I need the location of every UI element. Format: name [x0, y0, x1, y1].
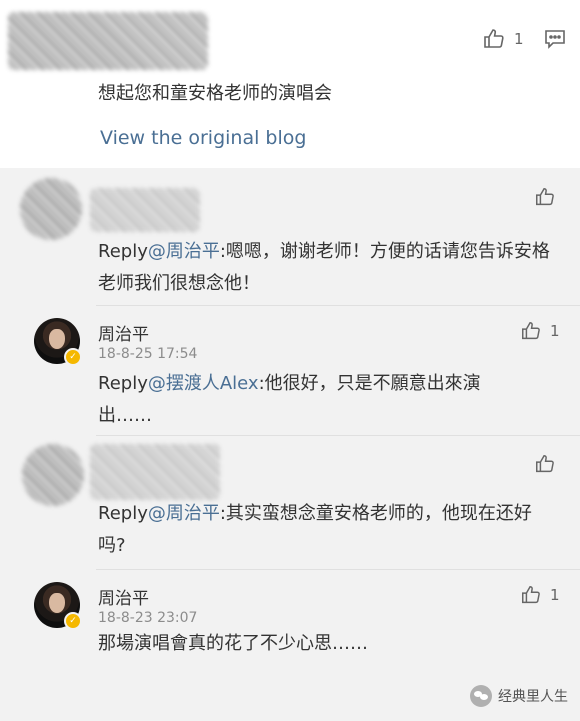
reply-item: Reply@周治平:其实蛮想念童安格老师的，他现在还好吗?	[0, 436, 580, 570]
reply-item: ✓ 周治平 18-8-25 17:54 1 Reply@摆渡人Alex:他很好，…	[0, 306, 580, 436]
reply-item: Reply@周治平:嗯嗯，谢谢老师！方便的话请您告诉安格老师我们很想念他！	[0, 168, 580, 306]
original-comment-text: 想起您和童安格老师的演唱会	[98, 83, 332, 104]
commenter-name[interactable]: 周治平	[98, 320, 149, 345]
blurred-avatar	[20, 178, 82, 240]
like-button[interactable]: 1	[520, 584, 560, 606]
thumbs-up-icon	[522, 322, 540, 340]
blurred-username	[90, 444, 220, 500]
reply-text: Reply@摆渡人Alex:他很好，只是不願意出來演出……	[98, 368, 518, 432]
reply-prefix: Reply	[98, 503, 148, 524]
verified-badge-icon: ✓	[64, 348, 82, 366]
view-original-blog-link[interactable]: View the original blog	[100, 122, 306, 154]
comment-icon[interactable]	[544, 29, 566, 49]
thumbs-up-icon	[522, 586, 540, 604]
mention-link[interactable]: @周治平	[148, 503, 220, 524]
comment-time: 18-8-25 17:54	[98, 346, 198, 362]
original-comment-card: 想起您和童安格老师的演唱会 View the original blog 1	[0, 0, 580, 168]
like-button[interactable]: 1	[482, 27, 524, 51]
reply-prefix: Reply	[98, 241, 148, 262]
reply-item: ✓ 周治平 18-8-23 23:07 1 那場演唱會真的花了不少心思……	[0, 570, 580, 685]
commenter-name[interactable]: 周治平	[98, 584, 149, 609]
wechat-icon	[470, 685, 492, 707]
blurred-username	[8, 12, 208, 70]
mention-link[interactable]: @周治平	[148, 241, 220, 262]
blurred-avatar	[22, 444, 84, 506]
thumbs-up-icon[interactable]	[534, 186, 556, 208]
reply-text: Reply@周治平:其实蛮想念童安格老师的，他现在还好吗?	[98, 498, 558, 562]
like-count: 1	[550, 586, 560, 604]
blurred-username	[90, 188, 200, 232]
verified-badge-icon: ✓	[64, 612, 82, 630]
thumbs-up-icon[interactable]	[534, 453, 556, 475]
reply-text: Reply@周治平:嗯嗯，谢谢老师！方便的话请您告诉安格老师我们很想念他！	[98, 236, 558, 300]
watermark-text: 经典里人生	[498, 689, 568, 705]
reply-text: 那場演唱會真的花了不少心思……	[98, 633, 368, 654]
reply-prefix: Reply	[98, 373, 148, 394]
like-count: 1	[550, 322, 560, 340]
comment-time: 18-8-23 23:07	[98, 610, 198, 626]
like-count: 1	[514, 30, 524, 48]
avatar[interactable]: ✓	[34, 318, 82, 366]
avatar[interactable]: ✓	[34, 582, 82, 630]
watermark: 经典里人生	[470, 685, 568, 707]
like-button[interactable]: 1	[520, 320, 560, 342]
thumbs-up-icon	[484, 29, 504, 48]
mention-link[interactable]: @摆渡人Alex	[148, 373, 259, 394]
